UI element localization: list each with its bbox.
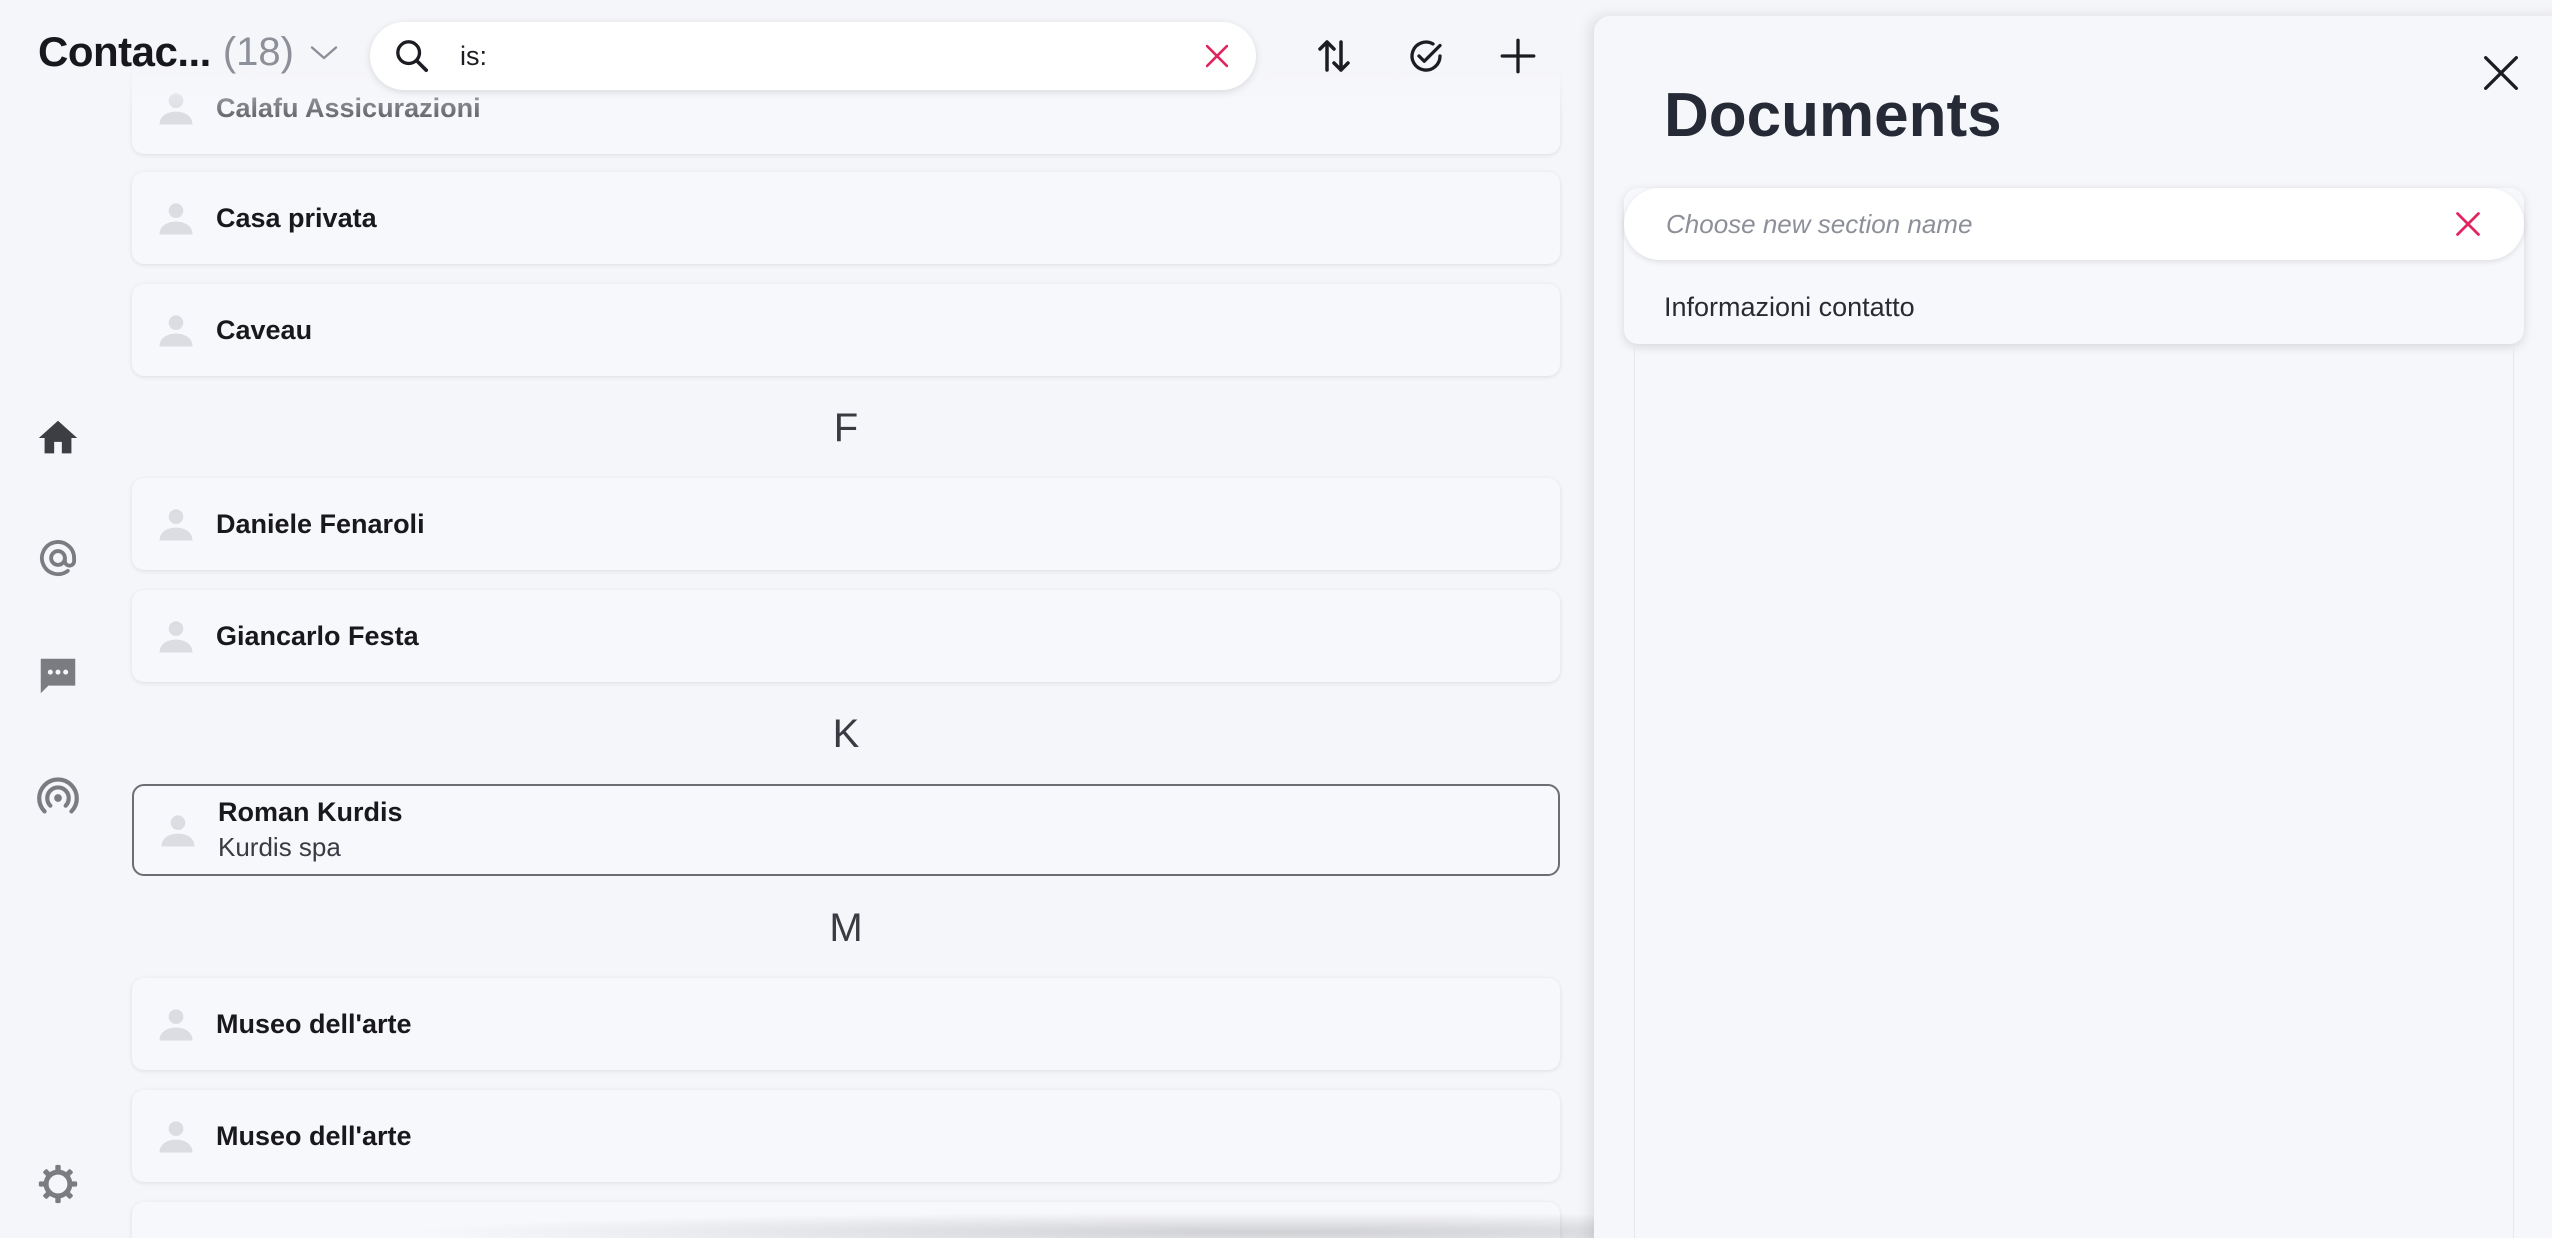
contact-card-caveau[interactable]: Caveau [132,284,1560,376]
add-contact-button[interactable] [1494,32,1542,80]
contact-name: Daniele Fenaroli [216,508,425,539]
contact-card-museo-dell-arte[interactable]: Museo dell'arte [132,978,1560,1070]
chevron-down-icon [310,46,338,60]
documents-panel: Documents Informazioni contatto [1594,16,2552,1238]
person-avatar-icon [159,1121,193,1153]
section-letter-m: M [829,906,863,950]
contact-name: Museo dell'arte [216,1008,412,1039]
person-avatar-icon [159,621,193,653]
sort-button[interactable] [1310,32,1358,80]
at-sign-icon[interactable] [34,534,82,582]
documents-content-area [1634,346,2514,1238]
contact-list: Calafu Assicurazioni Casa privata Caveau… [0,0,2150,1238]
close-icon [2484,56,2518,90]
section-letter-k: K [832,712,860,756]
contact-count: (18) [222,29,294,74]
person-avatar-icon [159,93,193,125]
check-circle-icon [1410,40,1442,72]
contact-company: Kurdis spa [218,832,341,862]
contact-name: Caveau [216,314,313,345]
section-name-dropdown: Informazioni contatto [1624,188,2524,344]
contact-card-daniele-fenaroli[interactable]: Daniele Fenaroli [132,478,1560,570]
person-avatar-icon [159,509,193,541]
section-name-field [1624,188,2524,260]
search-icon [396,40,428,72]
section-name-input[interactable] [1666,208,2450,240]
contact-card-museo-dell-arte-2[interactable]: Museo dell'arte [132,1090,1560,1182]
contact-card-giancarlo-festa[interactable]: Giancarlo Festa [132,590,1560,682]
section-option[interactable]: Informazioni contatto [1664,292,1915,323]
clear-section-icon[interactable] [2450,206,2486,242]
home-icon[interactable] [34,414,82,462]
person-avatar-icon [161,815,195,847]
contact-card-casa-privata[interactable]: Casa privata [132,172,1560,264]
settings-gear-icon[interactable] [34,1160,82,1208]
close-panel-button[interactable] [2478,50,2524,96]
clear-search-icon[interactable] [1200,39,1234,73]
broadcast-icon[interactable] [34,774,82,822]
sort-arrows-icon [1318,40,1350,72]
person-avatar-icon [159,315,193,347]
contact-name: Giancarlo Festa [216,620,419,651]
contact-name: Casa privata [216,202,377,233]
app-title-dropdown[interactable]: Contac... (18) [38,28,342,76]
app-root: Calafu Assicurazioni Casa privata Caveau… [0,0,2552,1238]
search-input[interactable] [460,40,1200,72]
select-button[interactable] [1402,32,1450,80]
chat-icon[interactable] [34,652,82,700]
contact-name: Museo dell'arte [216,1120,412,1151]
person-avatar-icon [159,1009,193,1041]
search-bar [370,22,1256,90]
app-title: Contac... [38,28,211,75]
contact-card-roman-kurdis[interactable]: Roman Kurdis Kurdis spa [132,784,1560,876]
person-avatar-icon [159,203,193,235]
panel-title: Documents [1664,81,2002,150]
plus-icon [1500,38,1536,74]
contact-name: Calafu Assicurazioni [216,92,481,123]
section-letter-f: F [833,406,859,450]
contact-name: Roman Kurdis [218,797,403,827]
